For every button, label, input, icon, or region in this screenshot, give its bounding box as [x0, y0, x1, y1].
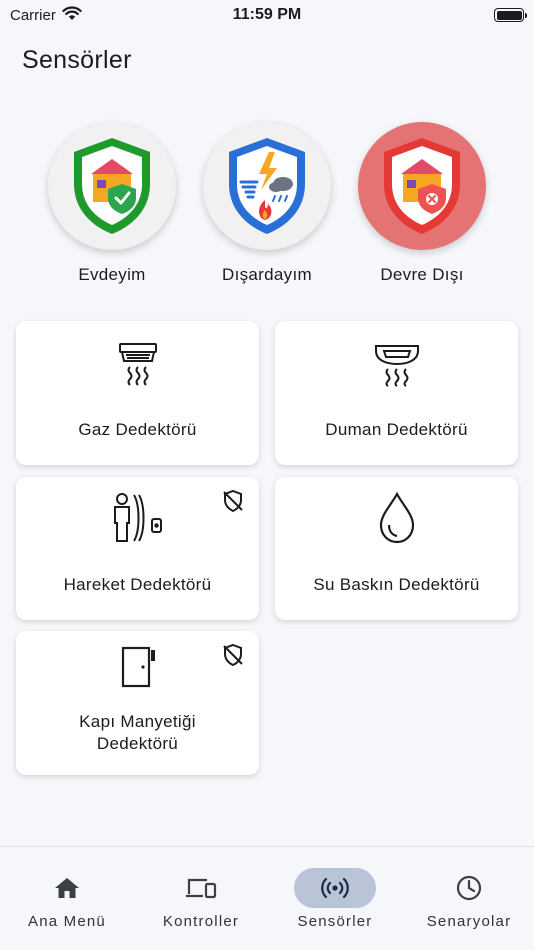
- mode-away-label: Dışardayım: [222, 265, 312, 284]
- sensor-label: Hareket Dedektörü: [63, 575, 212, 594]
- door-sensor-icon: [118, 645, 158, 689]
- mode-home-button[interactable]: [48, 122, 176, 250]
- mode-disabled-label: Devre Dışı: [380, 265, 464, 284]
- nav-item-sensors[interactable]: Sensörler: [268, 847, 402, 950]
- nav-label: Senaryolar: [426, 913, 512, 930]
- sensor-label: Gaz Dedektörü: [78, 420, 197, 439]
- clock-icon: [456, 875, 482, 901]
- nav-item-home[interactable]: Ana Menü: [0, 847, 134, 950]
- mode-selector: Evdeyim Dışardayım Devre Dışı: [0, 122, 534, 292]
- sensor-card-water[interactable]: Su Baskın Dedektörü: [275, 477, 518, 620]
- sensor-card-smoke[interactable]: Duman Dedektörü: [275, 321, 518, 465]
- sensor-card-gas[interactable]: Gaz Dedektörü: [16, 321, 259, 465]
- mode-home[interactable]: Evdeyim: [32, 122, 192, 285]
- nav-label: Sensörler: [297, 913, 373, 930]
- status-left: Carrier: [10, 6, 82, 25]
- nav-label: Ana Menü: [28, 913, 106, 930]
- smoke-detector-icon: [372, 339, 422, 389]
- sensor-label: Duman Dedektörü: [325, 420, 468, 439]
- page-title: Sensörler: [22, 46, 132, 74]
- wifi-icon: [62, 6, 82, 25]
- nav-label: Kontroller: [162, 913, 240, 930]
- mode-disabled-button[interactable]: [358, 122, 486, 250]
- home-shield-disabled-icon: [384, 138, 460, 234]
- water-drop-icon: [377, 491, 417, 545]
- sensor-card-door[interactable]: Kapı Manyetiği Dedektörü: [16, 631, 259, 775]
- motion-detector-icon: [110, 491, 166, 545]
- nav-item-controls[interactable]: Kontroller: [134, 847, 268, 950]
- sensor-label: Kapı Manyetiği Dedektörü: [79, 712, 196, 753]
- devices-icon: [186, 878, 217, 899]
- mode-away[interactable]: Dışardayım: [187, 122, 347, 285]
- battery-icon: [494, 8, 527, 22]
- carrier-label: Carrier: [10, 6, 56, 24]
- mode-away-button[interactable]: [203, 122, 331, 250]
- sensors-icon: [321, 877, 349, 899]
- mode-disabled[interactable]: Devre Dışı: [342, 122, 502, 285]
- shield-off-icon[interactable]: [221, 643, 245, 672]
- sensor-label: Su Baskın Dedektörü: [313, 575, 480, 594]
- home-shield-check-icon: [74, 138, 150, 234]
- gas-detector-icon: [114, 339, 162, 389]
- nav-pill[interactable]: [428, 868, 510, 908]
- nav-item-scenarios[interactable]: Senaryolar: [402, 847, 534, 950]
- home-icon: [55, 878, 79, 898]
- shield-off-icon[interactable]: [221, 489, 245, 518]
- weather-shield-icon: [229, 138, 305, 234]
- nav-pill-active[interactable]: [294, 868, 376, 908]
- sensor-card-motion[interactable]: Hareket Dedektörü: [16, 477, 259, 620]
- mode-home-label: Evdeyim: [78, 265, 146, 284]
- nav-pill[interactable]: [26, 868, 108, 908]
- nav-pill[interactable]: [160, 868, 242, 908]
- status-bar: Carrier 11:59 PM: [0, 0, 534, 30]
- bottom-navigation: Ana Menü Kontroller Sensörler Senaryolar: [0, 846, 534, 950]
